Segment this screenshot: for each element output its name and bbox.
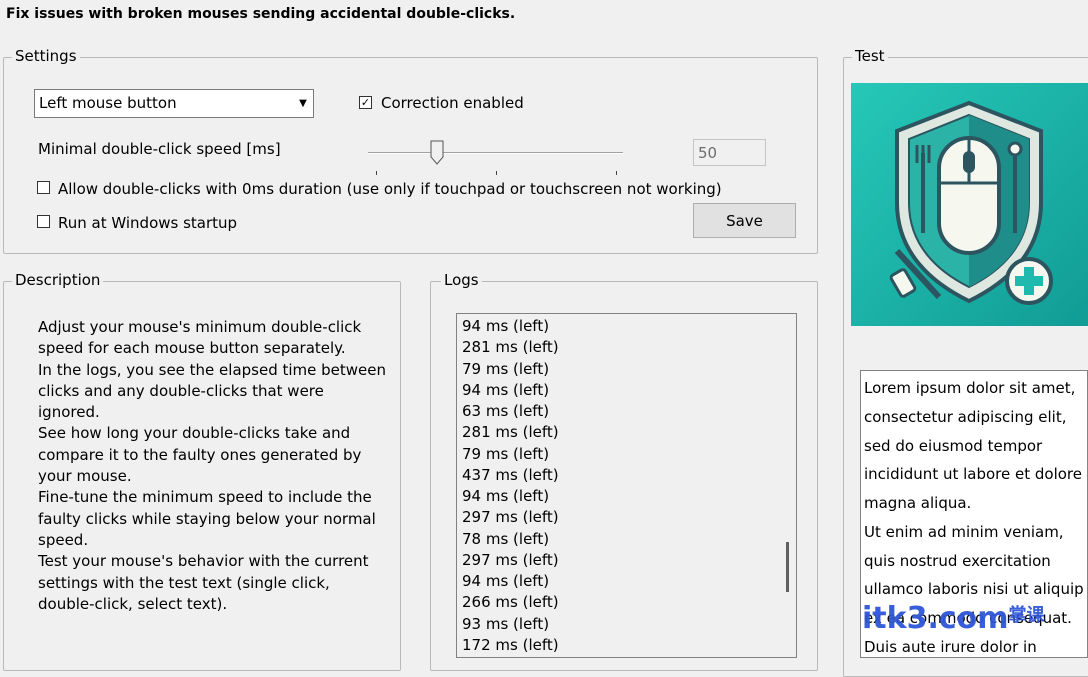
startup-label[interactable]: Run at Windows startup [58,214,237,232]
allow-zero-label[interactable]: Allow double-clicks with 0ms duration (u… [58,180,722,198]
log-entry[interactable]: 172 ms (left) [462,636,559,654]
watermark-cn: 掌课 [1008,605,1045,626]
watermark-latin: itk3.com [862,601,1009,636]
description-line: speed. [38,530,89,549]
speed-label: Minimal double-click speed [ms] [38,140,281,158]
settings-legend: Settings [12,47,80,65]
logs-legend: Logs [441,271,482,289]
log-entry[interactable]: 79 ms (left) [462,360,549,378]
log-entry[interactable]: 94 ms (left) [462,487,549,505]
app-title: Fix issues with broken mouses sending ac… [6,6,516,22]
log-entry[interactable]: 297 ms (left) [462,551,559,569]
log-entry[interactable]: 281 ms (left) [462,338,559,356]
mouse-button-select-value: Left mouse button [39,94,177,112]
mouse-button-select[interactable]: Left mouse button ▼ [34,89,314,118]
logs-scroll-thumb[interactable] [786,542,789,592]
log-entry[interactable]: 266 ms (left) [462,593,559,611]
startup-checkbox[interactable] [37,215,50,228]
speed-slider-track[interactable] [368,152,623,154]
test-legend: Test [852,47,888,65]
log-entry[interactable]: 94 ms (left) [462,572,549,590]
test-text-line[interactable]: sed do eiusmod tempor [864,432,1042,461]
description-line: speed for each mouse button separately. [38,339,346,358]
log-entry[interactable]: 78 ms (left) [462,530,549,548]
test-text-line[interactable]: Ut enim ad minim veniam, [864,518,1064,547]
description-legend: Description [12,271,104,289]
description-line: double-click, select text). [38,594,228,613]
description-line: See how long your double-clicks take and [38,424,351,443]
test-text-line[interactable]: magna aliqua. [864,489,971,518]
description-line: Test your mouse's behavior with the curr… [38,552,369,571]
log-entry[interactable]: 297 ms (left) [462,508,559,526]
description-line: faulty clicks while staying below your n… [38,509,376,528]
log-entry[interactable]: 94 ms (left) [462,381,549,399]
test-text-line[interactable]: quis nostrud exercitation [864,547,1051,576]
description-line: your mouse. [38,467,132,486]
allow-zero-checkbox[interactable] [37,181,50,194]
test-text-line[interactable]: consectetur adipiscing elit, [864,403,1066,432]
slider-tick [496,171,497,175]
test-text-line[interactable]: Duis aute irure dolor in [864,633,1037,657]
shield-mouse-icon [851,83,1088,326]
slider-tick [376,171,377,175]
log-entry[interactable]: 94 ms (left) [462,317,549,335]
log-entry[interactable]: 79 ms (left) [462,445,549,463]
description-line: clicks and any double-clicks that were [38,381,324,400]
mouse-repair-logo [851,83,1088,326]
description-line: Fine-tune the minimum speed to include t… [38,488,372,507]
logs-scrollbar[interactable] [779,314,796,657]
chevron-down-icon[interactable]: ▼ [294,91,312,116]
speed-slider-thumb[interactable] [430,140,444,165]
save-button[interactable]: Save [693,203,796,238]
logs-list[interactable]: 94 ms (left) 281 ms (left) 79 ms (left) … [456,313,797,658]
description-line: compare it to the faulty ones generated … [38,445,362,464]
test-text-line[interactable]: Lorem ipsum dolor sit amet, [864,374,1075,403]
description-line: In the logs, you see the elapsed time be… [38,360,387,379]
log-entry[interactable]: 63 ms (left) [462,402,549,420]
speed-value: 50 [698,144,718,162]
speed-value-field: 50 [693,139,766,166]
slider-tick [616,171,617,175]
description-line: ignored. [38,403,100,422]
description-line: settings with the test text (single clic… [38,573,330,592]
correction-label[interactable]: Correction enabled [381,94,524,112]
log-entry[interactable]: 281 ms (left) [462,423,559,441]
test-text-line[interactable]: incididunt ut labore et dolore [864,460,1082,489]
log-entry[interactable]: 437 ms (left) [462,466,559,484]
test-text-line[interactable]: ullamco laboris nisi ut aliquip [864,575,1084,604]
log-entry[interactable]: 93 ms (left) [462,615,549,633]
correction-checkbox[interactable]: ✓ [359,96,372,109]
watermark: itk3.com掌课 [862,601,1045,636]
description-line: Adjust your mouse's minimum double-click [38,318,362,336]
description-text: Adjust your mouse's minimum double-click… [38,317,388,615]
